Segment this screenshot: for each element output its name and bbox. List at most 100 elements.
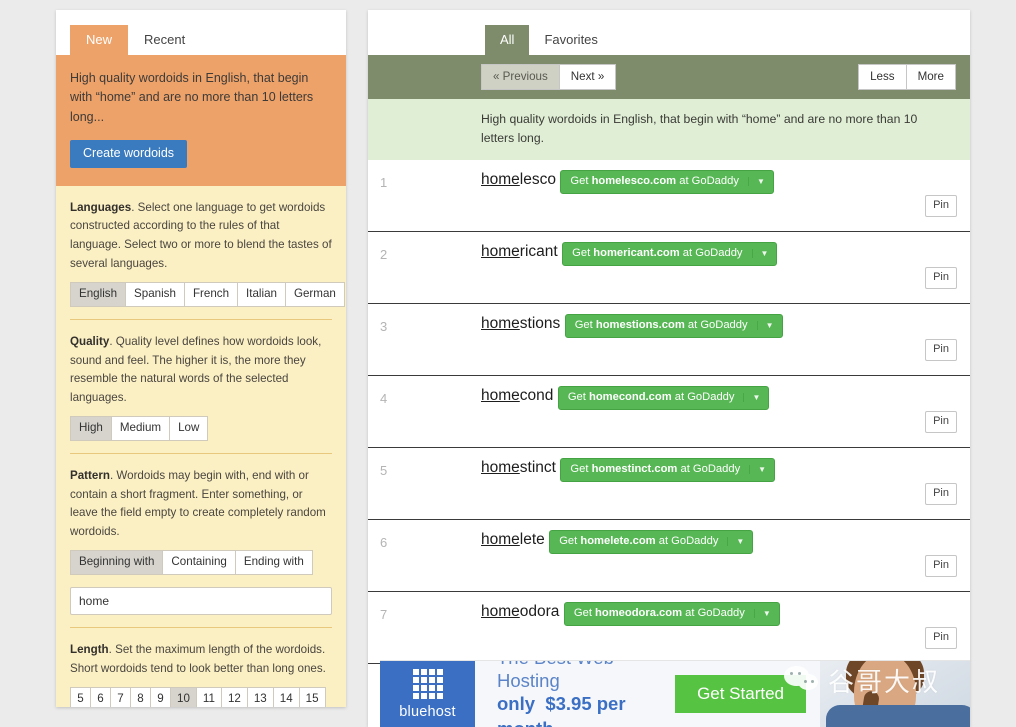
- row-index: 5: [380, 462, 388, 478]
- row-index: 7: [380, 606, 388, 622]
- more-button[interactable]: More: [905, 63, 956, 91]
- get-suffix: at GoDaddy: [677, 462, 741, 475]
- length-option-6[interactable]: 6: [90, 687, 110, 707]
- pin-button[interactable]: Pin: [925, 410, 957, 433]
- tab-favorites[interactable]: Favorites: [529, 25, 612, 55]
- length-option-9[interactable]: 9: [150, 687, 170, 707]
- wordoid-prefix: home: [481, 314, 520, 332]
- quality-option-medium[interactable]: Medium: [110, 416, 170, 442]
- pin-button[interactable]: Pin: [925, 266, 957, 289]
- wordoid-prefix: home: [481, 170, 520, 188]
- table-row: 5 homestinct Get homestinct.com at GoDad…: [368, 448, 970, 520]
- create-wordoids-button[interactable]: Create wordoids: [70, 140, 188, 168]
- length-option-14[interactable]: 14: [272, 687, 299, 707]
- length-option-7[interactable]: 7: [110, 687, 130, 707]
- get-domain-label: Get homeodora.com at GoDaddy: [565, 607, 754, 620]
- row-body: homelete Get homelete.com at GoDaddy ▼: [481, 520, 970, 591]
- wordoid-link[interactable]: homelesco: [481, 171, 556, 189]
- next-page-button[interactable]: Next »: [558, 63, 617, 91]
- row-body: homericant Get homericant.com at GoDaddy…: [481, 232, 970, 303]
- caret-down-icon[interactable]: ▼: [747, 176, 773, 187]
- get-domain-button[interactable]: Get homestinct.com at GoDaddy ▼: [560, 457, 776, 483]
- get-domain-button[interactable]: Get homelete.com at GoDaddy ▼: [549, 529, 754, 555]
- quality-segmented-control[interactable]: High Medium Low: [70, 416, 209, 442]
- results-toolbar: « Previous Next » Less More: [368, 55, 970, 99]
- get-prefix: Get: [567, 390, 589, 403]
- pattern-segmented-control[interactable]: Beginning with Containing Ending with: [70, 550, 313, 576]
- language-option-french[interactable]: French: [183, 282, 238, 307]
- pin-button[interactable]: Pin: [925, 626, 957, 649]
- pattern-description: Pattern. Wordoids may begin with, end wi…: [70, 467, 332, 541]
- caret-down-icon[interactable]: ▼: [756, 320, 782, 331]
- wordoid-link[interactable]: homelete: [481, 531, 545, 549]
- pagination-group[interactable]: « Previous Next »: [481, 63, 617, 91]
- get-suffix: at GoDaddy: [684, 318, 748, 331]
- quality-description: Quality. Quality level defines how wordo…: [70, 333, 332, 407]
- less-button[interactable]: Less: [858, 63, 906, 91]
- pin-button[interactable]: Pin: [925, 338, 957, 361]
- length-title: Length: [70, 643, 109, 657]
- table-row: 3 homestions Get homestions.com at GoDad…: [368, 304, 970, 376]
- pin-button[interactable]: Pin: [925, 194, 957, 217]
- pattern-option-ending-with[interactable]: Ending with: [234, 550, 313, 576]
- ad-headline: The Best Web Hosting: [497, 661, 614, 692]
- table-row: 1 homelesco Get homelesco.com at GoDaddy…: [368, 160, 970, 232]
- pin-button[interactable]: Pin: [925, 554, 957, 577]
- options-list: Languages. Select one language to get wo…: [56, 185, 346, 707]
- languages-description: Languages. Select one language to get wo…: [70, 199, 332, 273]
- tab-new[interactable]: New: [70, 25, 129, 55]
- tab-recent[interactable]: Recent: [128, 25, 201, 55]
- wordoid-link[interactable]: homericant: [481, 243, 558, 261]
- app-root: New Recent High quality wordoids in Engl…: [0, 0, 1016, 727]
- length-option-13[interactable]: 13: [246, 687, 273, 707]
- language-option-italian[interactable]: Italian: [237, 282, 285, 307]
- wordoid-link[interactable]: homeodora: [481, 603, 559, 621]
- language-option-spanish[interactable]: Spanish: [125, 282, 184, 307]
- length-option-11[interactable]: 11: [195, 687, 221, 707]
- ad-subheadline: only $3.95 per month: [497, 692, 661, 727]
- pin-button[interactable]: Pin: [925, 482, 957, 505]
- length-option-8[interactable]: 8: [130, 687, 150, 707]
- wordoid-link[interactable]: homestions: [481, 315, 560, 333]
- tab-all[interactable]: All: [485, 25, 530, 55]
- quality-option-high[interactable]: High: [70, 416, 111, 442]
- get-domain-button[interactable]: Get homelesco.com at GoDaddy ▼: [560, 169, 774, 195]
- length-option-15[interactable]: 15: [298, 687, 326, 707]
- get-domain-button[interactable]: Get homecond.com at GoDaddy ▼: [557, 385, 770, 411]
- length-segmented-control[interactable]: 5 6 7 8 9 10 11 12 13 14 15: [70, 687, 326, 707]
- get-domain-button[interactable]: Get homestions.com at GoDaddy ▼: [564, 313, 783, 339]
- wordoid-link[interactable]: homestinct: [481, 459, 556, 477]
- wordoid-link[interactable]: homecond: [481, 387, 553, 405]
- get-prefix: Get: [570, 174, 592, 187]
- caret-down-icon[interactable]: ▼: [749, 464, 774, 475]
- pattern-option-containing[interactable]: Containing: [162, 550, 235, 576]
- language-option-english[interactable]: English: [70, 282, 126, 307]
- get-domain-button[interactable]: Get homeodora.com at GoDaddy ▼: [563, 601, 780, 627]
- bluehost-ad-banner[interactable]: bluehost The Best Web Hosting only $3.95…: [380, 660, 970, 727]
- caret-down-icon[interactable]: ▼: [751, 248, 777, 259]
- length-option-12[interactable]: 12: [220, 687, 247, 707]
- section-pattern: Pattern. Wordoids may begin with, end wi…: [70, 453, 332, 616]
- length-option-5[interactable]: 5: [70, 687, 90, 707]
- caret-down-icon[interactable]: ▼: [743, 392, 768, 403]
- languages-segmented-control[interactable]: English Spanish French Italian German: [70, 282, 345, 307]
- get-started-button[interactable]: Get Started: [675, 675, 806, 713]
- previous-page-button[interactable]: « Previous: [481, 63, 559, 91]
- row-body: homelesco Get homelesco.com at GoDaddy ▼: [481, 160, 970, 231]
- quality-option-low[interactable]: Low: [169, 416, 209, 442]
- pattern-input[interactable]: [70, 587, 332, 616]
- language-option-german[interactable]: German: [284, 282, 345, 307]
- get-domain-name: homelete.com: [580, 534, 656, 547]
- density-group[interactable]: Less More: [858, 63, 956, 91]
- length-option-10[interactable]: 10: [170, 687, 196, 707]
- bluehost-logo: bluehost: [380, 661, 475, 727]
- wordoid-suffix: odora: [519, 602, 560, 620]
- get-suffix: at GoDaddy: [655, 534, 719, 547]
- get-suffix: at GoDaddy: [671, 390, 735, 403]
- get-domain-label: Get homestions.com at GoDaddy: [566, 319, 757, 332]
- caret-down-icon[interactable]: ▼: [727, 536, 752, 547]
- caret-down-icon[interactable]: ▼: [753, 608, 779, 619]
- pattern-option-beginning-with[interactable]: Beginning with: [70, 550, 163, 576]
- get-domain-button[interactable]: Get homericant.com at GoDaddy ▼: [562, 241, 778, 267]
- wordoid-suffix: lesco: [519, 170, 556, 188]
